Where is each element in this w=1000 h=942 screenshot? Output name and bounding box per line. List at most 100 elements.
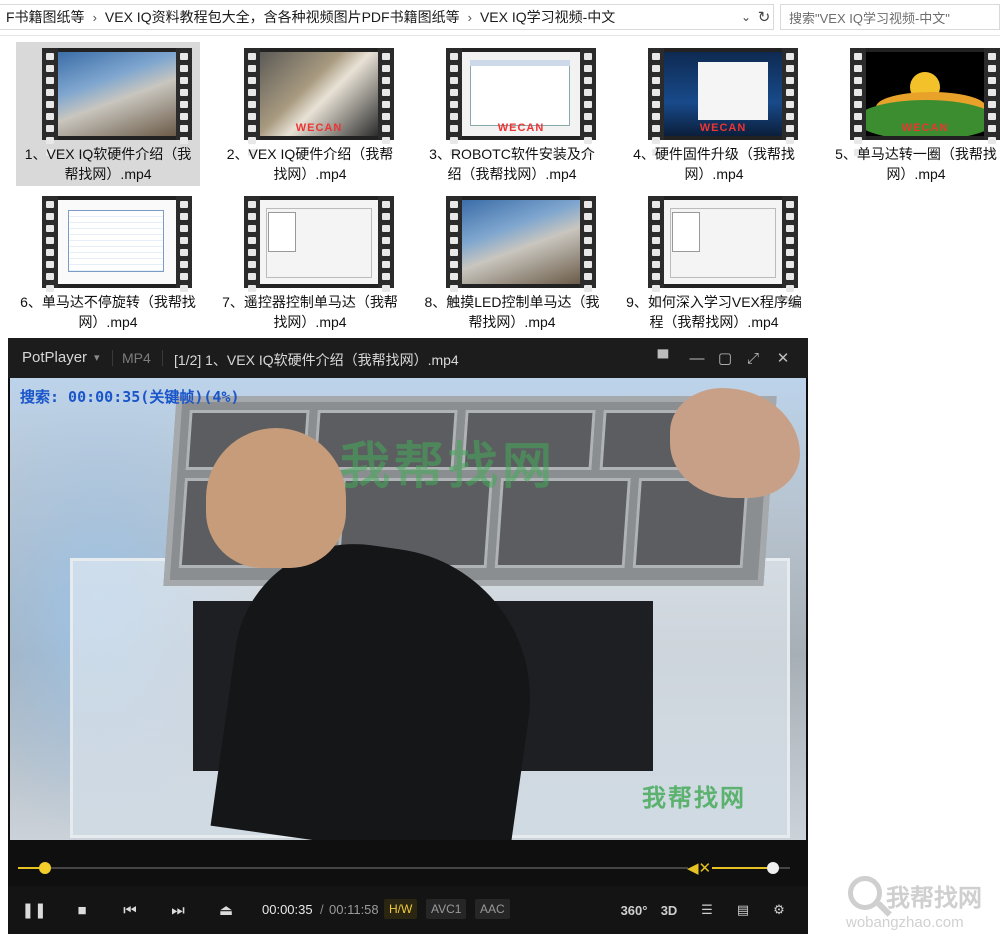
filmstrip-edge <box>378 48 394 156</box>
breadcrumb-item[interactable]: VEX IQ学习视频-中文 <box>474 7 621 27</box>
audio-codec-badge[interactable]: AAC <box>475 899 510 919</box>
refresh-icon[interactable]: ↻ <box>754 5 774 29</box>
chevron-down-icon[interactable]: ⌄ <box>736 5 756 29</box>
playlist-icon[interactable]: ▤ <box>730 898 756 922</box>
breadcrumb-item[interactable]: VEX IQ资料教程包大全，含各种视频图片PDF书籍图纸等 <box>99 7 466 27</box>
chevron-right-icon[interactable]: › <box>466 10 474 25</box>
filmstrip-edge <box>648 48 664 156</box>
file-name[interactable]: 8、触摸LED控制单马达（我帮找网）.mp4 <box>424 292 600 332</box>
breadcrumb-item[interactable]: F书籍图纸等 <box>0 7 91 27</box>
thumbnail-frame <box>58 200 176 284</box>
potplayer-window: PotPlayer ▾ MP4 [1/2] 1、VEX IQ软硬件介绍（我帮找网… <box>8 338 808 934</box>
filmstrip-edge <box>984 48 1000 156</box>
eject-icon[interactable]: ⏏ <box>214 898 238 922</box>
volume-slider[interactable] <box>712 862 790 874</box>
site-url: wobangzhao.com <box>846 914 964 931</box>
thumbnail-frame <box>664 200 782 284</box>
pause-icon[interactable]: ❚❚ <box>21 898 46 922</box>
file-item[interactable]: WECAN 3、ROBOTC软件安装及介绍（我帮找网）.mp4 <box>420 42 604 186</box>
video-area[interactable]: 我帮找网 我帮找网 搜索: 00:00:35(关键帧)(4%) <box>10 378 806 840</box>
filmstrip-edge <box>446 48 462 156</box>
close-icon[interactable]: ✕ <box>772 348 794 368</box>
stop-icon[interactable]: ■ <box>70 898 94 922</box>
next-icon[interactable]: ⏭ <box>166 898 190 922</box>
file-name[interactable]: 2、VEX IQ硬件介绍（我帮找网）.mp4 <box>222 144 398 184</box>
previous-icon[interactable]: ⏮ <box>118 898 142 922</box>
filmstrip-edge <box>244 48 260 156</box>
time-current: 00:00:35 <box>262 902 313 917</box>
file-name[interactable]: 7、遥控器控制单马达（我帮找网）.mp4 <box>222 292 398 332</box>
app-menu-button[interactable]: PotPlayer <box>22 349 87 366</box>
filmstrip-edge <box>378 196 394 304</box>
file-name[interactable]: 6、单马达不停旋转（我帮找网）.mp4 <box>20 292 196 332</box>
thumbnail-frame: WECAN <box>462 52 580 136</box>
breadcrumb[interactable]: F书籍图纸等 › VEX IQ资料教程包大全，含各种视频图片PDF书籍图纸等 ›… <box>0 4 774 30</box>
filmstrip-edge <box>176 48 192 156</box>
filmstrip-edge <box>580 48 596 156</box>
video-thumbnail[interactable]: WECAN <box>648 48 798 156</box>
vr-360-button[interactable]: 360° <box>621 898 648 922</box>
divider <box>162 350 163 366</box>
video-thumbnail[interactable]: WECAN <box>850 48 1000 156</box>
video-scene-hand <box>206 428 346 568</box>
seek-bar[interactable] <box>18 862 688 874</box>
video-thumbnail[interactable] <box>42 48 192 156</box>
file-item[interactable]: 8、触摸LED控制单马达（我帮找网）.mp4 <box>420 190 604 334</box>
file-item[interactable]: WECAN 2、VEX IQ硬件介绍（我帮找网）.mp4 <box>218 42 402 186</box>
chevron-down-icon[interactable]: ▾ <box>94 351 100 364</box>
file-item[interactable]: 6、单马达不停旋转（我帮找网）.mp4 <box>16 190 200 334</box>
file-name[interactable]: 1、VEX IQ软硬件介绍（我帮找网）.mp4 <box>20 144 196 184</box>
video-thumbnail[interactable] <box>42 196 192 304</box>
minimize-icon[interactable]: — <box>686 348 708 368</box>
thumbnail-frame <box>260 200 378 284</box>
title-bar[interactable]: PotPlayer ▾ MP4 [1/2] 1、VEX IQ软硬件介绍（我帮找网… <box>8 338 808 378</box>
thumbnail-brand: WECAN <box>699 122 747 134</box>
file-item[interactable]: 1、VEX IQ软硬件介绍（我帮找网）.mp4 <box>16 42 200 186</box>
filmstrip-edge <box>850 48 866 156</box>
file-item[interactable]: 7、遥控器控制单马达（我帮找网）.mp4 <box>218 190 402 334</box>
divider <box>112 350 113 366</box>
search-input[interactable]: 搜索"VEX IQ学习视频-中文" <box>780 4 1000 30</box>
thumbnail-frame <box>462 200 580 284</box>
thumbnail-brand: WECAN <box>295 122 343 134</box>
video-codec-badge[interactable]: AVC1 <box>426 899 467 919</box>
fullscreen-icon[interactable]: ⤢ <box>742 348 764 368</box>
window-title: [1/2] 1、VEX IQ软硬件介绍（我帮找网）.mp4 <box>174 352 459 368</box>
playlist-search-icon[interactable]: ☰ <box>694 898 720 922</box>
file-name[interactable]: 9、如何深入学习VEX程序编程（我帮找网）.mp4 <box>626 292 802 332</box>
chevron-right-icon[interactable]: › <box>91 10 99 25</box>
site-watermark-logo: 我帮找网 wobangzhao.com <box>842 876 1000 936</box>
thumbnail-brand: WECAN <box>497 122 545 134</box>
pin-icon[interactable]: ▀ <box>652 348 674 368</box>
mute-icon[interactable]: ◀✕ <box>687 858 711 878</box>
thumbnail-frame <box>58 52 176 136</box>
file-name[interactable]: 4、硬件固件升级（我帮找网）.mp4 <box>626 144 802 184</box>
video-thumbnail[interactable]: WECAN <box>244 48 394 156</box>
filmstrip-edge <box>42 196 58 304</box>
filmstrip-edge <box>648 196 664 304</box>
thumbnail-frame: WECAN <box>664 52 782 136</box>
3d-button[interactable]: 3D <box>656 898 682 922</box>
file-item[interactable]: WECAN 4、硬件固件升级（我帮找网）.mp4 <box>622 42 806 186</box>
file-item[interactable]: 9、如何深入学习VEX程序编程（我帮找网）.mp4 <box>622 190 806 334</box>
file-name[interactable]: 3、ROBOTC软件安装及介绍（我帮找网）.mp4 <box>424 144 600 184</box>
seek-handle[interactable] <box>38 862 51 874</box>
video-thumbnail[interactable] <box>446 196 596 304</box>
video-thumbnail[interactable] <box>648 196 798 304</box>
hw-decode-badge[interactable]: H/W <box>384 899 418 919</box>
video-thumbnail[interactable]: WECAN <box>446 48 596 156</box>
thumbnail-frame: WECAN <box>260 52 378 136</box>
video-thumbnail[interactable] <box>244 196 394 304</box>
address-bar: F书籍图纸等 › VEX IQ资料教程包大全，含各种视频图片PDF书籍图纸等 ›… <box>0 0 1000 36</box>
file-name[interactable]: 5、单马达转一圈（我帮找网）.mp4 <box>828 144 1000 184</box>
filmstrip-edge <box>580 196 596 304</box>
time-separator: / <box>320 902 324 917</box>
video-scene-hand <box>670 388 800 498</box>
settings-gear-icon[interactable]: ⚙ <box>766 898 792 922</box>
search-placeholder: 搜索"VEX IQ学习视频-中文" <box>789 10 950 26</box>
filmstrip-edge <box>244 196 260 304</box>
maximize-icon[interactable]: ▢ <box>714 348 736 368</box>
file-item[interactable]: WECAN 5、单马达转一圈（我帮找网）.mp4 <box>824 42 1000 186</box>
volume-level <box>712 867 773 869</box>
volume-handle[interactable] <box>766 862 779 874</box>
